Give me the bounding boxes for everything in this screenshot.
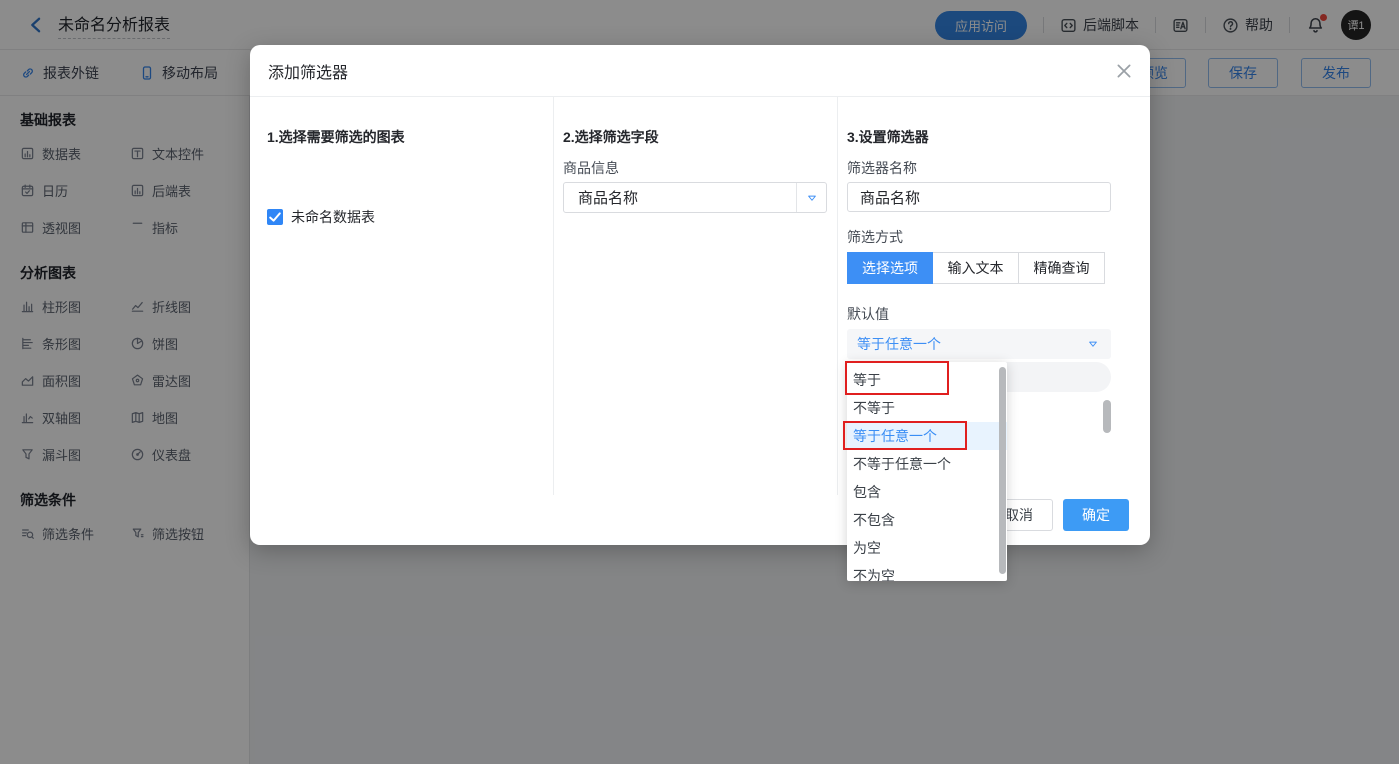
mode-select-options[interactable]: 选择选项: [847, 252, 933, 284]
field-group-label: 商品信息: [563, 158, 619, 178]
operator-select[interactable]: 等于任意一个: [847, 329, 1111, 359]
dropdown-scrollbar[interactable]: [999, 367, 1006, 574]
chevron-down-icon: [806, 192, 818, 204]
dropdown-option-not-contains[interactable]: 不包含: [847, 506, 1007, 534]
dataset-checkbox-row[interactable]: 未命名数据表: [267, 207, 375, 227]
dropdown-option-not-equals[interactable]: 不等于: [847, 394, 1007, 422]
operator-dropdown: 等于 不等于 等于任意一个 不等于任意一个 包含 不包含 为空 不为空: [847, 362, 1007, 581]
field-select[interactable]: 商品名称: [563, 182, 827, 213]
default-value-label: 默认值: [847, 304, 889, 324]
mode-input-text[interactable]: 输入文本: [933, 252, 1019, 284]
dialog-title: 添加筛选器: [268, 59, 348, 83]
filter-mode-segmented-control: 选择选项 输入文本 精确查询: [847, 252, 1105, 284]
field-select-value: 商品名称: [564, 187, 796, 208]
dataset-checkbox-label: 未命名数据表: [291, 207, 375, 227]
mode-exact-query[interactable]: 精确查询: [1019, 252, 1105, 284]
confirm-button[interactable]: 确定: [1063, 499, 1129, 531]
close-icon[interactable]: [1114, 61, 1134, 81]
dropdown-option-not-empty[interactable]: 不为空: [847, 562, 1007, 581]
filter-name-input[interactable]: 商品名称: [847, 182, 1111, 212]
operator-select-value: 等于任意一个: [847, 334, 1087, 354]
column-divider: [837, 97, 838, 495]
column-divider: [553, 97, 554, 495]
dropdown-option-equals-any[interactable]: 等于任意一个: [847, 422, 1007, 450]
checkbox-checked-icon[interactable]: [267, 209, 283, 225]
dropdown-option-contains[interactable]: 包含: [847, 478, 1007, 506]
step3-heading: 3.设置筛选器: [847, 127, 929, 147]
field-select-caret: [796, 183, 826, 212]
dropdown-option-is-empty[interactable]: 为空: [847, 534, 1007, 562]
app-root: 未命名分析报表 应用访问 后端脚本 帮助 谭1: [0, 0, 1399, 764]
dropdown-option-equals[interactable]: 等于: [847, 366, 1007, 394]
dropdown-option-not-equals-any[interactable]: 不等于任意一个: [847, 450, 1007, 478]
dialog-header: 添加筛选器: [250, 45, 1150, 97]
filter-name-label: 筛选器名称: [847, 158, 917, 178]
chevron-down-icon: [1087, 338, 1099, 350]
add-filter-dialog: 添加筛选器 1.选择需要筛选的图表 未命名数据表 2.选择筛选字段 商品信息 商…: [250, 45, 1150, 545]
value-list-scrollbar[interactable]: [1103, 400, 1111, 433]
step2-heading: 2.选择筛选字段: [563, 127, 659, 147]
filter-mode-label: 筛选方式: [847, 227, 903, 247]
step1-heading: 1.选择需要筛选的图表: [267, 127, 405, 147]
